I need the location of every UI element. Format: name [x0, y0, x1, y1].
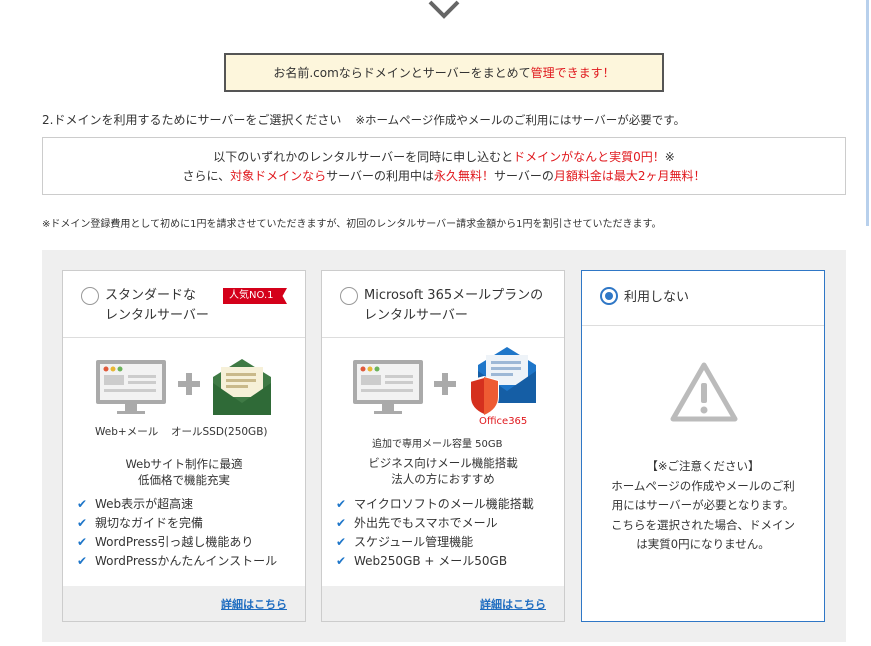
feature-text: Web250GB + メール50GB [354, 554, 508, 568]
caption-ssd: オールSSD(250GB) [171, 426, 268, 438]
promo-highlight: 対象ドメインなら [230, 169, 327, 183]
feature-text: 親切なガイドを完備 [95, 516, 204, 530]
feature-item: ✔ スケジュール管理機能 [336, 533, 534, 552]
promo-line-2: さらに、対象ドメインならサーバーの利用中は永久無料！サーバーの月額料金は最大2ヶ… [43, 167, 845, 186]
warning-icon [670, 362, 738, 422]
feature-text: Web表示が超高速 [95, 497, 194, 511]
popular-badge: 人気NO.1 [223, 288, 287, 304]
promo-text: さらに、 [182, 169, 231, 183]
feature-list: ✔ マイクロソフトのメール機能搭載 ✔ 外出先でもスマホでメール ✔ スケジュール管理… [336, 495, 534, 571]
caption-web-mail: Web+メール [95, 426, 159, 438]
info-banner: お名前.comならドメインとサーバーをまとめて 管理できます！ [224, 53, 664, 92]
radio-standard[interactable] [81, 287, 99, 305]
feature-text: 外出先でもスマホでメール [354, 516, 498, 530]
promo-highlight: ドメインがなんと実質0円！ [513, 150, 665, 164]
feature-item: ✔ WordPressかんたんインストール [77, 552, 277, 571]
feature-item: ✔ 親切なガイドを完備 [77, 514, 277, 533]
option-card-no-server[interactable]: 利用しない 【※ご注意ください】 ホームページの作成やメールのご利 用にはサーバ… [581, 270, 825, 622]
desc-line: 低価格で機能充実 [138, 473, 230, 487]
feature-item: ✔ 外出先でもスマホでメール [336, 514, 534, 533]
radio-no-server[interactable] [600, 287, 618, 305]
card-header[interactable]: Microsoft 365メールプランの レンタルサーバー [322, 271, 564, 338]
feature-text: マイクロソフトのメール機能搭載 [354, 497, 534, 511]
option-card-microsoft365[interactable]: Microsoft 365メールプランの レンタルサーバー Office365 … [321, 270, 565, 622]
feature-item: ✔ WordPress引っ越し機能あり [77, 533, 277, 552]
card-footer: 詳細はこちら [322, 586, 564, 621]
banner-highlight: 管理できます！ [530, 66, 615, 80]
card-title-line: Microsoft 365メールプランの [364, 288, 544, 303]
caution-title: 【※ご注意ください】 [646, 459, 760, 473]
desc-line: ビジネス向けメール機能搭載 [368, 456, 518, 470]
check-icon: ✔ [77, 535, 88, 549]
desc-line: 法人の方におすすめ [391, 472, 495, 486]
option-card-standard[interactable]: スタンダードな レンタルサーバー 人気NO.1 Web+メール オールSSD(2… [62, 270, 306, 622]
caution-line: 用にはサーバーが必要となります。 [611, 498, 795, 512]
card-title-line: レンタルサーバー [105, 308, 209, 323]
card-header[interactable]: 利用しない [582, 271, 824, 326]
feature-item: ✔ Web250GB + メール50GB [336, 552, 534, 571]
plus-icon [434, 373, 456, 395]
promo-box: 以下のいずれかのレンタルサーバーを同時に申し込むとドメインがなんと実質0円！※ … [42, 137, 846, 195]
promo-line-1: 以下のいずれかのレンタルサーバーを同時に申し込むとドメインがなんと実質0円！※ [43, 148, 845, 167]
check-icon: ✔ [336, 516, 347, 530]
card-title: Microsoft 365メールプランの レンタルサーバー [364, 286, 543, 326]
card-header[interactable]: スタンダードな レンタルサーバー 人気NO.1 [63, 271, 305, 338]
plus-icon [178, 373, 200, 395]
check-icon: ✔ [77, 554, 88, 568]
caution-text: 【※ご注意ください】 ホームページの作成やメールのご利 用にはサーバーが必要とな… [582, 457, 824, 555]
feature-text: WordPress引っ越し機能あり [95, 535, 254, 549]
step-label: 2.ドメインを利用するためにサーバーをご選択ください [42, 113, 342, 127]
promo-text: サーバーの利用中は [326, 169, 434, 183]
check-icon: ✔ [336, 535, 347, 549]
fine-print: ※ドメイン登録費用として初めに1円を請求させていただきますが、初回のレンタルサー… [42, 219, 662, 230]
check-icon: ✔ [336, 554, 347, 568]
office365-label: Office365 [479, 416, 528, 427]
web-mail-illustration [96, 359, 271, 415]
desc-line: Webサイト制作に最適 [125, 457, 243, 471]
promo-highlight: 月額料金は最大2ヶ月無料！ [553, 169, 706, 183]
card-footer: 詳細はこちら [63, 586, 305, 621]
promo-text: サーバーの [494, 169, 554, 183]
promo-text: ※ [664, 150, 675, 164]
scrollbar[interactable] [866, 0, 869, 226]
radio-microsoft365[interactable] [340, 287, 358, 305]
check-icon: ✔ [77, 497, 88, 511]
server-selection-page: お名前.comならドメインとサーバーをまとめて 管理できます！ 2.ドメインを利用… [0, 0, 871, 646]
card-title-line: スタンダードな [105, 288, 197, 303]
check-icon: ✔ [336, 497, 347, 511]
promo-text: 以下のいずれかのレンタルサーバーを同時に申し込むと [213, 150, 514, 164]
caution-line: ホームページの作成やメールのご利 [611, 478, 795, 493]
card-title: スタンダードな レンタルサーバー [105, 286, 209, 326]
caution-line: こちらを選択された場合、ドメイン [611, 517, 795, 532]
check-icon: ✔ [77, 516, 88, 530]
caption-mail-capacity: 追加で専用メール容量 50GB [372, 439, 503, 450]
card-title: 利用しない [624, 290, 690, 305]
feature-list: ✔ Web表示が超高速 ✔ 親切なガイドを完備 ✔ WordPress引っ越し機能あり… [77, 495, 277, 571]
card-title-line: レンタルサーバー [364, 308, 468, 323]
feature-text: WordPressかんたんインストール [95, 554, 278, 568]
feature-item: ✔ マイクロソフトのメール機能搭載 [336, 495, 534, 514]
card-description: Webサイト制作に最適 低価格で機能充実 [63, 456, 305, 488]
monitor-icon [353, 360, 423, 414]
details-link-standard[interactable]: 詳細はこちら [221, 596, 287, 612]
chevron-down-icon [428, 0, 460, 19]
feature-text: スケジュール管理機能 [354, 535, 474, 549]
shield-icon [469, 375, 499, 417]
step-heading: 2.ドメインを利用するためにサーバーをご選択ください ※ホームページ作成やメールの… [42, 111, 685, 128]
feature-item: ✔ Web表示が超高速 [77, 495, 277, 514]
monitor-icon [96, 360, 166, 414]
promo-highlight: 永久無料！ [434, 169, 495, 183]
caution-line: は実質0円になりません。 [636, 537, 770, 551]
envelope-icon [213, 359, 271, 415]
banner-text: お名前.comならドメインとサーバーをまとめて [273, 66, 531, 80]
card-description: ビジネス向けメール機能搭載 法人の方におすすめ [322, 455, 564, 487]
step-note: ※ホームページ作成やメールのご利用にはサーバーが必要です。 [355, 113, 686, 127]
details-link-microsoft365[interactable]: 詳細はこちら [480, 596, 546, 612]
